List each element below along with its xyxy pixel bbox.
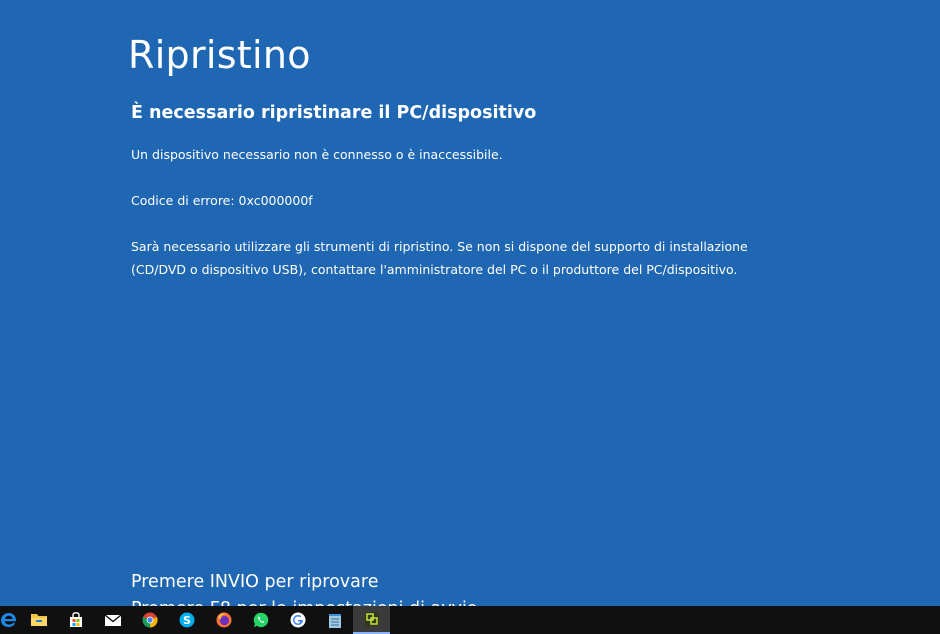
page-title: Ripristino (128, 33, 311, 77)
recovery-screen: Ripristino È necessario ripristinare il … (0, 0, 940, 606)
chrome-icon[interactable] (131, 606, 168, 634)
file-explorer-icon[interactable] (20, 606, 57, 634)
skype-icon[interactable]: S (168, 606, 205, 634)
recovery-instructions: Sarà necessario utilizzare gli strumenti… (131, 235, 748, 281)
store-icon[interactable] (57, 606, 94, 634)
instructions-line-1: Sarà necessario utilizzare gli strumenti… (131, 239, 748, 254)
instructions-line-2: (CD/DVD o dispositivo USB), contattare l… (131, 262, 738, 277)
google-icon[interactable] (279, 606, 316, 634)
svg-text:S: S (183, 614, 191, 627)
mail-icon[interactable] (94, 606, 131, 634)
notepad-icon[interactable] (316, 606, 353, 634)
retry-instruction: Premere INVIO per riprovare (131, 572, 379, 592)
error-message: Un dispositivo necessario non è connesso… (131, 147, 503, 162)
error-code: Codice di errore: 0xc000000f (131, 193, 313, 208)
edge-icon[interactable] (0, 606, 20, 634)
firefox-icon[interactable] (205, 606, 242, 634)
page-subtitle: È necessario ripristinare il PC/disposit… (131, 103, 537, 123)
recovery-app-icon[interactable] (353, 606, 390, 634)
taskbar: S (0, 606, 940, 634)
startup-settings-instruction: Premere F8 per le impostazioni di avvio (131, 597, 478, 606)
whatsapp-icon[interactable] (242, 606, 279, 634)
